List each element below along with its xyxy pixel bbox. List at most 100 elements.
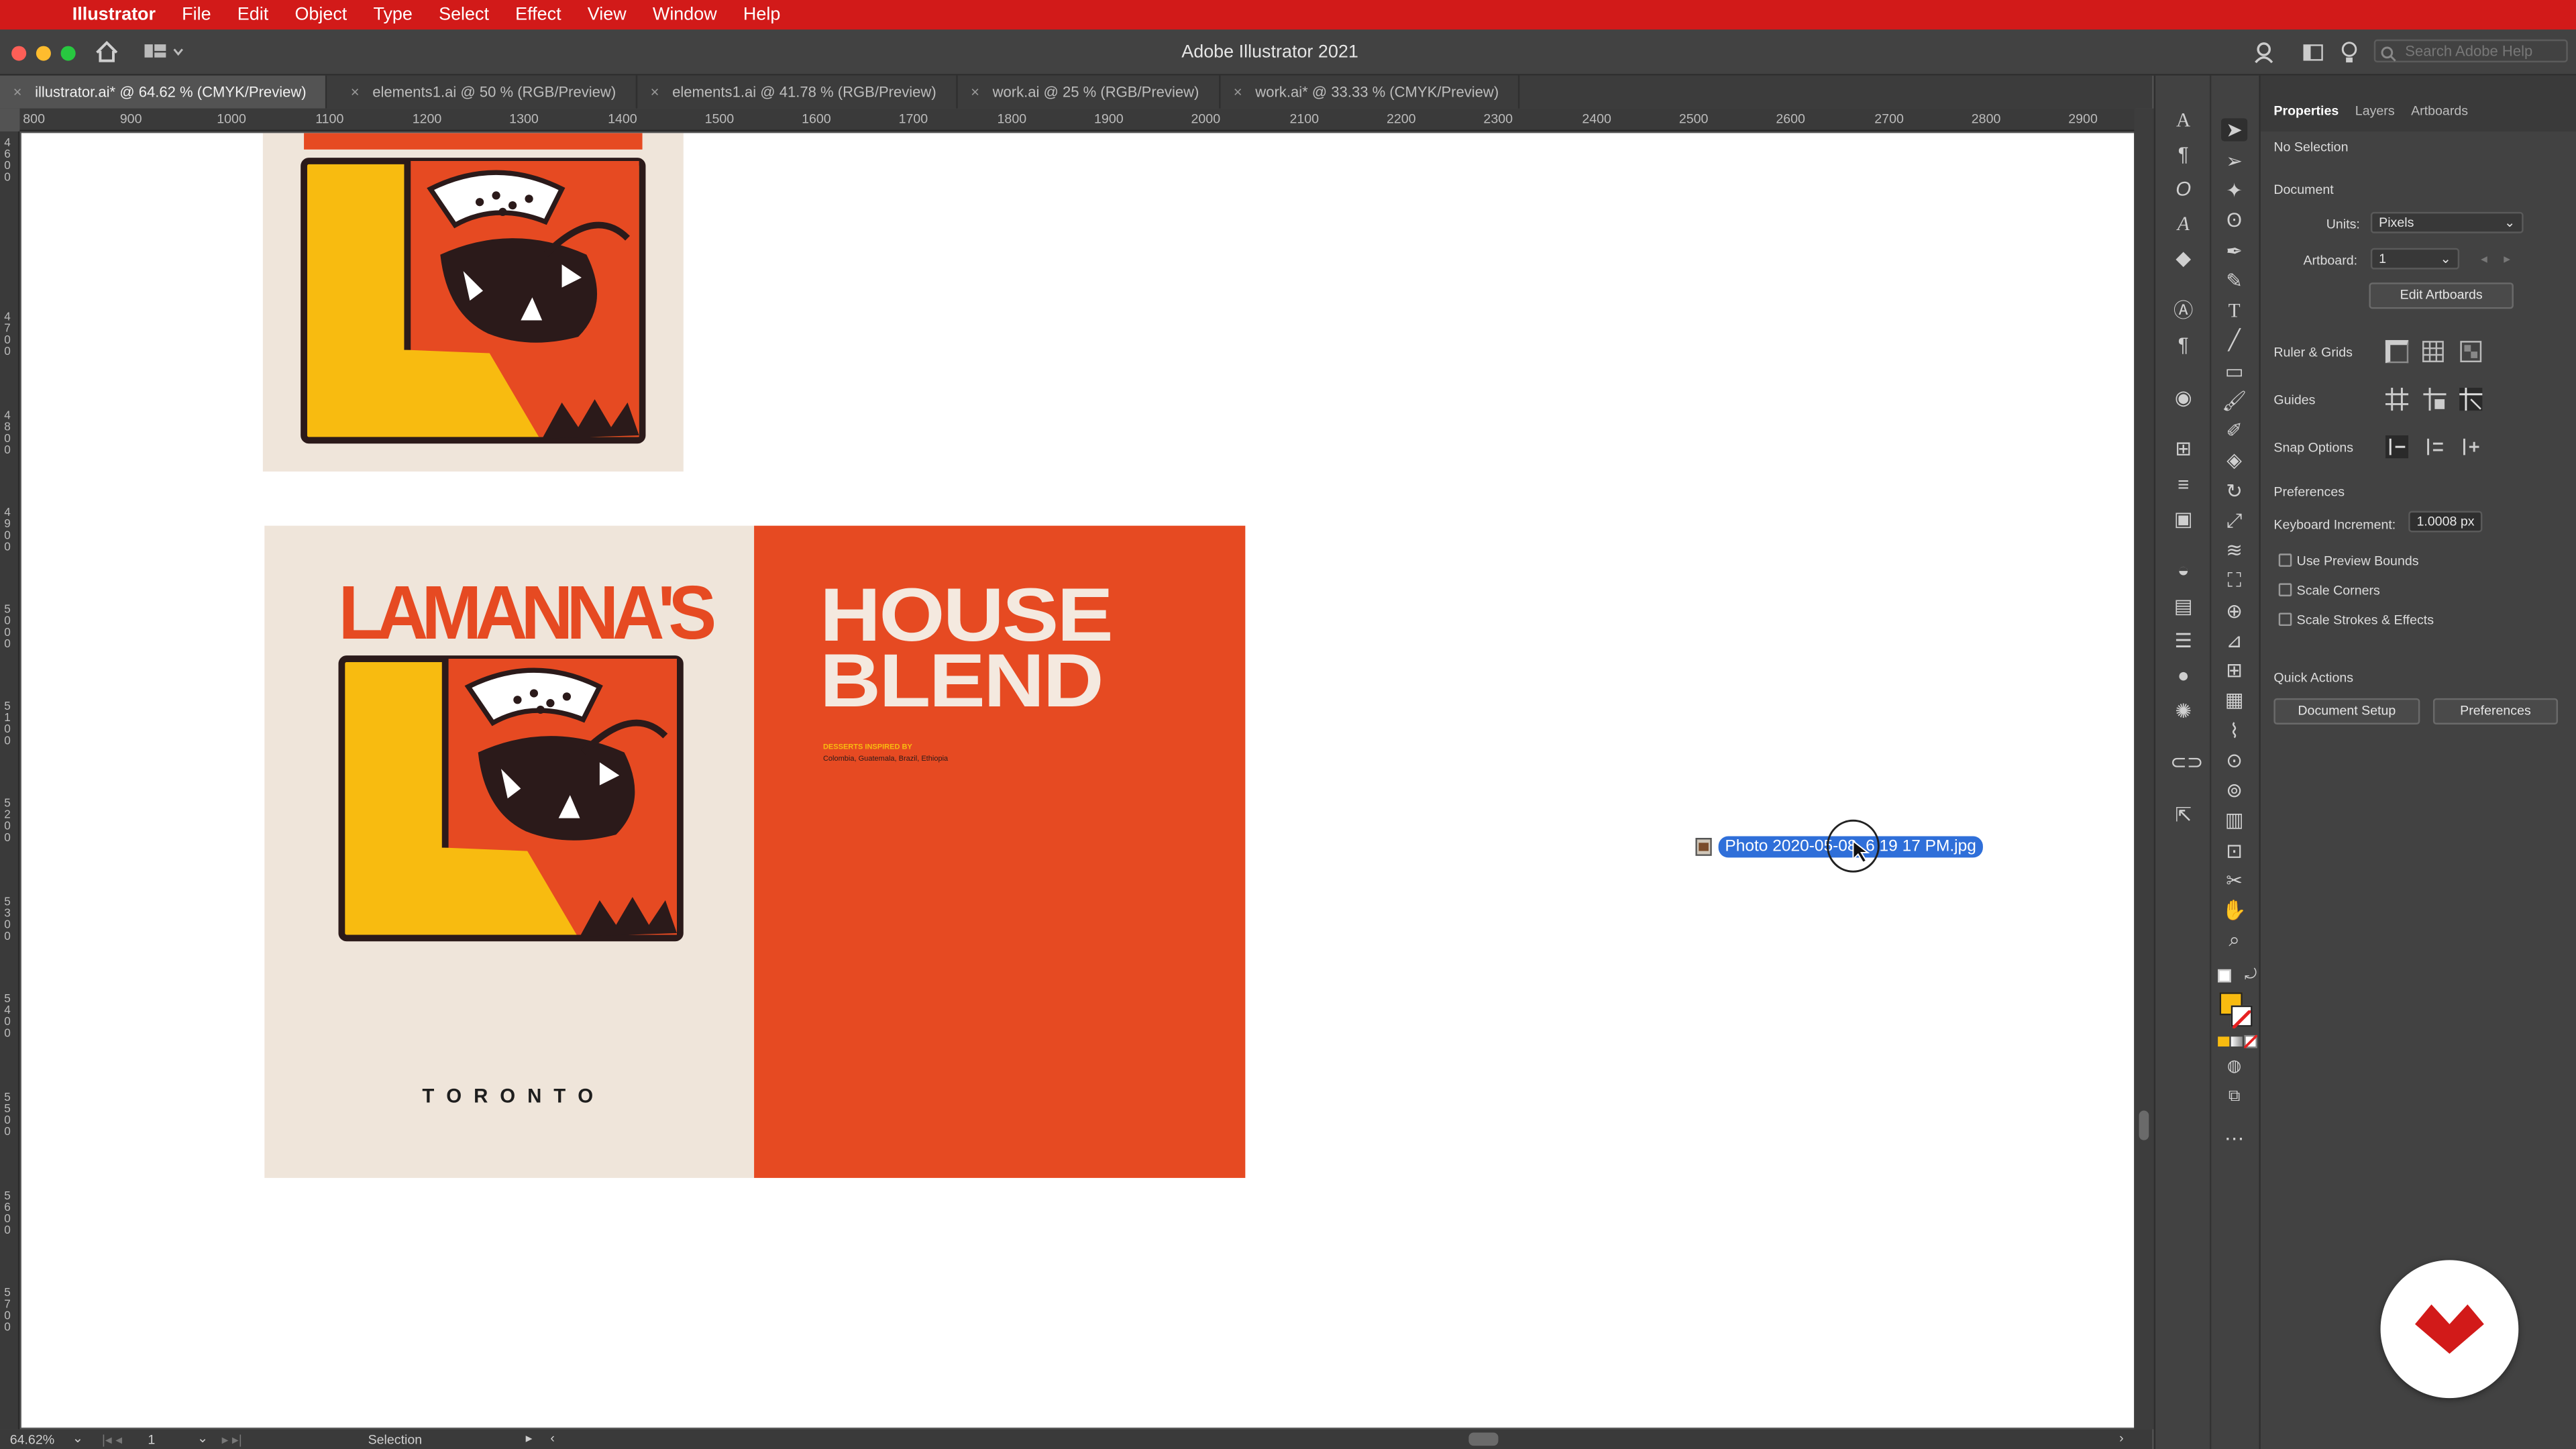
tab-artboards[interactable]: Artboards — [2404, 103, 2477, 131]
tab-work-ai-33[interactable]: × work.ai* @ 33.33 % (CMYK/Preview) — [1220, 75, 1521, 109]
menu-view[interactable]: View — [588, 5, 627, 24]
appearance-icon[interactable]: ◉ — [2170, 386, 2196, 409]
menu-edit[interactable]: Edit — [237, 5, 268, 24]
symbols-icon[interactable]: ✺ — [2170, 700, 2196, 722]
tab-properties[interactable]: Properties — [2267, 103, 2349, 131]
shaper-tool-icon[interactable]: ✐ — [2221, 419, 2247, 441]
more-tools-icon[interactable]: ⋯ — [2221, 1127, 2247, 1150]
tab-work-ai-25[interactable]: × work.ai @ 25 % (RGB/Preview) — [958, 75, 1221, 109]
menu-type[interactable]: Type — [373, 5, 412, 24]
paintbrush-tool-icon[interactable]: 🖌 — [2221, 389, 2247, 412]
show-guides-icon[interactable] — [2385, 387, 2409, 411]
scale-tool-icon[interactable]: ⤢ — [2221, 509, 2247, 532]
gradient-tool-icon[interactable]: ▦ — [2221, 688, 2247, 711]
lock-guides-icon[interactable] — [2423, 387, 2447, 411]
hand-tool-icon[interactable]: ✋ — [2221, 899, 2247, 922]
none-mode-icon[interactable] — [2244, 1034, 2257, 1049]
scale-corners-checkbox[interactable] — [2278, 583, 2292, 596]
paragraph-icon[interactable]: ¶ — [2170, 143, 2196, 166]
snap-to-point-icon[interactable] — [2385, 435, 2409, 459]
next-artboard-icon[interactable]: ▸ — [2504, 252, 2510, 266]
zoom-dropdown-icon[interactable]: ⌄ — [72, 1431, 83, 1446]
free-transform-tool-icon[interactable]: ⛶ — [2221, 568, 2247, 591]
links-icon[interactable]: ⊂⊃ — [2170, 751, 2203, 773]
scroll-left-icon[interactable]: ‹ — [550, 1431, 555, 1446]
align-icon[interactable]: ≡ — [2170, 473, 2196, 496]
artboard-number[interactable]: 1 — [148, 1433, 155, 1448]
graph-tool-icon[interactable]: ▥ — [2221, 808, 2247, 831]
blend-tool-icon[interactable]: ⊙ — [2221, 749, 2247, 772]
document-setup-button[interactable]: Document Setup — [2273, 698, 2420, 725]
stroke-color-swatch[interactable] — [2231, 1005, 2253, 1030]
color-guide-icon[interactable]: ◆ — [2170, 246, 2196, 269]
zoom-level[interactable]: 64.62% — [10, 1433, 54, 1448]
discover-lightbulb-icon[interactable] — [2341, 41, 2357, 64]
show-grid-icon[interactable] — [2422, 340, 2445, 363]
close-tab-icon[interactable]: × — [13, 84, 22, 100]
slice-tool-icon[interactable]: ✂ — [2221, 869, 2247, 892]
gradient-icon[interactable]: ▤ — [2170, 595, 2196, 618]
rotate-tool-icon[interactable]: ↻ — [2221, 480, 2247, 502]
tab-layers[interactable]: Layers — [2349, 103, 2404, 131]
show-rulers-icon[interactable] — [2385, 339, 2409, 364]
perspective-grid-tool-icon[interactable]: ⊿ — [2221, 629, 2247, 652]
artboard-tool-icon[interactable]: ⊡ — [2221, 839, 2247, 862]
artboard-select[interactable]: 1 ⌄ — [2370, 248, 2460, 270]
curvature-tool-icon[interactable]: ✎ — [2221, 270, 2247, 292]
transparency-grid-icon[interactable] — [2459, 340, 2482, 363]
export-icon[interactable]: ⇱ — [2170, 804, 2196, 826]
edit-artboards-button[interactable]: Edit Artboards — [2369, 282, 2514, 309]
menu-select[interactable]: Select — [439, 5, 489, 24]
close-tab-icon[interactable]: × — [651, 84, 659, 100]
artboard-canvas[interactable]: LAMANNA'S T O R O N T O HOUSE BLEND DESS… — [21, 133, 2135, 1428]
use-preview-bounds-checkbox[interactable] — [2278, 553, 2292, 567]
artboard-house-blend[interactable]: HOUSE BLEND DESSERTS INSPIRED BY Colombi… — [754, 525, 1246, 1178]
preferences-button[interactable]: Preferences — [2432, 698, 2559, 725]
transform-icon[interactable]: ⊞ — [2170, 437, 2196, 460]
tab-illustrator-ai[interactable]: × illustrator.ai* @ 64.62 % (CMYK/Preview… — [0, 75, 328, 109]
color-mode-icon[interactable] — [2218, 1036, 2230, 1047]
scrollbar-thumb[interactable] — [2139, 1110, 2149, 1140]
cloud-user-icon[interactable] — [2253, 41, 2275, 64]
character-styles-icon[interactable]: Ⓐ — [2170, 299, 2196, 322]
last-artboard-icon[interactable]: ▸ ▸| — [222, 1433, 242, 1448]
tab-elements1-50[interactable]: × elements1.ai @ 50 % (RGB/Preview) — [327, 75, 638, 109]
zoom-tool-icon[interactable]: ⌕ — [2221, 928, 2247, 951]
menu-file[interactable]: File — [182, 5, 211, 24]
status-menu-icon[interactable]: ▸ — [526, 1431, 533, 1446]
smart-guides-icon[interactable] — [2459, 387, 2483, 411]
menu-help[interactable]: Help — [743, 5, 780, 24]
menu-window[interactable]: Window — [653, 5, 717, 24]
gradient-mode-icon[interactable] — [2231, 1036, 2243, 1047]
draw-mode-icon[interactable]: ◍ — [2221, 1057, 2247, 1079]
mesh-tool-icon[interactable]: ⊞ — [2221, 659, 2247, 682]
shape-builder-tool-icon[interactable]: ⊕ — [2221, 600, 2247, 623]
horizontal-ruler[interactable]: 800 900 1000 1100 1200 1300 1400 1500 16… — [19, 108, 2136, 131]
vertical-ruler[interactable]: 4600 4700 4800 4900 5000 5100 5200 5300 … — [0, 131, 20, 1430]
opentype-icon[interactable]: O — [2170, 177, 2196, 200]
magic-wand-tool-icon[interactable]: ✦ — [2221, 179, 2247, 202]
type-tool-icon[interactable]: T — [2221, 299, 2247, 322]
snap-to-pixel-icon[interactable] — [2423, 435, 2446, 458]
artboard-dropdown-icon[interactable]: ⌄ — [197, 1431, 208, 1446]
first-artboard-icon[interactable]: |◂ ◂ — [102, 1433, 122, 1448]
arrange-documents-icon[interactable] — [2303, 44, 2323, 61]
eraser-tool-icon[interactable]: ◈ — [2221, 449, 2247, 472]
lasso-tool-icon[interactable]: ʘ — [2221, 209, 2247, 231]
direct-selection-tool-icon[interactable]: ➢ — [2221, 150, 2247, 172]
close-tab-icon[interactable]: × — [351, 84, 360, 100]
scroll-right-icon[interactable]: › — [2119, 1431, 2124, 1446]
stroke-icon[interactable]: ☰ — [2170, 629, 2196, 652]
search-adobe-help-input[interactable]: Search Adobe Help — [2373, 39, 2568, 63]
close-tab-icon[interactable]: × — [971, 84, 979, 100]
width-tool-icon[interactable]: ≋ — [2221, 539, 2247, 561]
snap-to-glyph-icon[interactable] — [2459, 435, 2482, 458]
line-tool-icon[interactable]: ╱ — [2221, 329, 2247, 352]
paragraph-styles-icon[interactable]: ¶ — [2170, 333, 2196, 356]
menu-effect[interactable]: Effect — [515, 5, 561, 24]
color-icon[interactable]: ◒ — [2170, 559, 2196, 582]
screen-mode-icon[interactable]: ⧉ — [2221, 1086, 2247, 1109]
keyboard-increment-field[interactable]: 1.0008 px — [2408, 511, 2483, 533]
transparency-icon[interactable]: ● — [2170, 663, 2196, 686]
horizontal-scrollbar-thumb[interactable] — [1468, 1432, 1499, 1446]
